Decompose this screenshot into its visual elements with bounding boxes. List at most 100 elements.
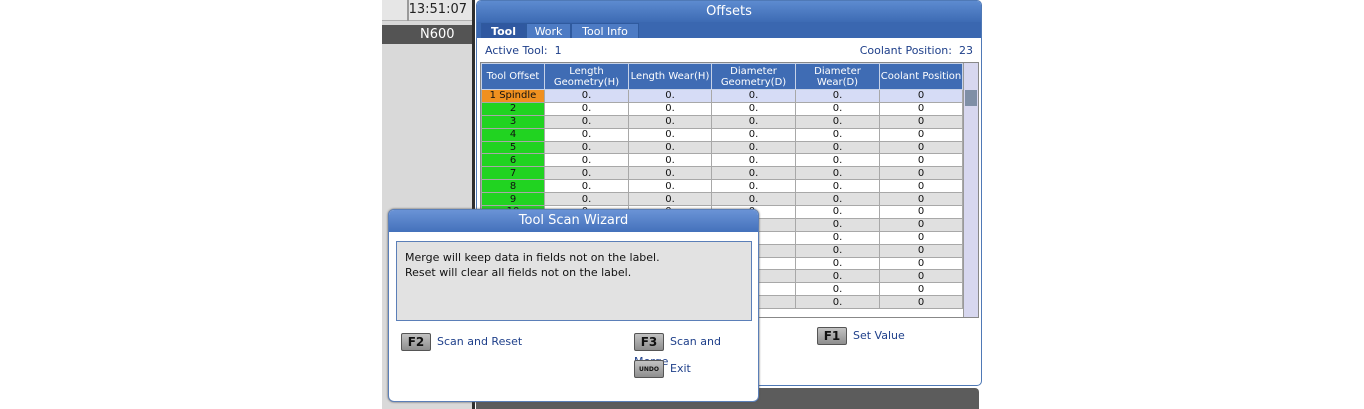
active-tool-label: Active Tool: xyxy=(485,44,548,57)
wizard-message: Merge will keep data in fields not on th… xyxy=(396,241,752,321)
cell-tool-offset[interactable]: 3 xyxy=(481,114,545,129)
cell-coolant-position[interactable]: 0 xyxy=(879,192,963,207)
cell-coolant-position[interactable]: 0 xyxy=(879,205,963,219)
scrollbar-thumb[interactable] xyxy=(965,90,977,106)
cell-length-geometry[interactable]: 0. xyxy=(544,192,629,207)
f2-key[interactable]: F2 xyxy=(401,332,431,351)
cell-coolant-position[interactable]: 0 xyxy=(879,230,963,245)
cell-length-geometry[interactable]: 0. xyxy=(544,127,629,142)
cell-diameter-wear[interactable]: 0. xyxy=(795,217,880,232)
cell-coolant-position[interactable]: 0 xyxy=(879,127,963,142)
cell-diameter-wear[interactable]: 0. xyxy=(795,205,880,219)
f3-key[interactable]: F3 xyxy=(634,332,664,351)
table-header-row: Tool Offset Length Geometry(H) Length We… xyxy=(481,63,963,90)
table-row[interactable]: 1 Spindle 0. 0. 0. 0. 0 xyxy=(481,89,963,103)
cell-length-wear[interactable]: 0. xyxy=(628,166,712,181)
tab-tool-info[interactable]: Tool Info xyxy=(571,23,639,38)
cell-diameter-wear[interactable]: 0. xyxy=(795,140,880,155)
cell-diameter-geometry[interactable]: 0. xyxy=(711,166,796,181)
cell-coolant-position[interactable]: 0 xyxy=(879,256,963,271)
scan-and-reset-button[interactable]: F2 Scan and Reset xyxy=(401,331,522,351)
column-header-diameter-geometry: Diameter Geometry(D) xyxy=(711,63,796,90)
cell-tool-offset[interactable]: 6 xyxy=(481,153,545,168)
cell-diameter-wear[interactable]: 0. xyxy=(795,166,880,181)
cell-diameter-geometry[interactable]: 0. xyxy=(711,89,796,103)
table-row[interactable]: 6 0. 0. 0. 0. 0 xyxy=(481,153,963,168)
cell-length-wear[interactable]: 0. xyxy=(628,179,712,194)
table-row[interactable]: 3 0. 0. 0. 0. 0 xyxy=(481,114,963,129)
cell-length-geometry[interactable]: 0. xyxy=(544,101,629,116)
cell-tool-offset[interactable]: 1 Spindle xyxy=(481,89,545,103)
undo-key[interactable]: UNDO xyxy=(634,359,664,378)
cell-coolant-position[interactable]: 0 xyxy=(879,295,963,310)
cell-diameter-wear[interactable]: 0. xyxy=(795,230,880,245)
cell-coolant-position[interactable]: 0 xyxy=(879,166,963,181)
cell-length-wear[interactable]: 0. xyxy=(628,140,712,155)
cell-diameter-geometry[interactable]: 0. xyxy=(711,114,796,129)
cell-diameter-geometry[interactable]: 0. xyxy=(711,101,796,116)
table-row[interactable]: 7 0. 0. 0. 0. 0 xyxy=(481,166,963,181)
table-scrollbar[interactable] xyxy=(963,63,978,317)
cell-tool-offset[interactable]: 7 xyxy=(481,166,545,181)
cell-diameter-wear[interactable]: 0. xyxy=(795,89,880,103)
tab-tool[interactable]: Tool xyxy=(481,23,526,38)
cell-tool-offset[interactable]: 5 xyxy=(481,140,545,155)
cell-coolant-position[interactable]: 0 xyxy=(879,269,963,284)
cell-coolant-position[interactable]: 0 xyxy=(879,114,963,129)
control-screen: 13:51:07 N600 Offsets Tool Work Tool Inf… xyxy=(0,0,1364,409)
cell-length-wear[interactable]: 0. xyxy=(628,127,712,142)
cell-coolant-position[interactable]: 0 xyxy=(879,153,963,168)
cell-length-geometry[interactable]: 0. xyxy=(544,166,629,181)
cell-coolant-position[interactable]: 0 xyxy=(879,217,963,232)
cell-diameter-geometry[interactable]: 0. xyxy=(711,140,796,155)
cell-length-wear[interactable]: 0. xyxy=(628,153,712,168)
cell-diameter-wear[interactable]: 0. xyxy=(795,243,880,258)
cell-diameter-wear[interactable]: 0. xyxy=(795,256,880,271)
cell-coolant-position[interactable]: 0 xyxy=(879,282,963,297)
table-row[interactable]: 5 0. 0. 0. 0. 0 xyxy=(481,140,963,155)
cell-diameter-wear[interactable]: 0. xyxy=(795,153,880,168)
cell-length-geometry[interactable]: 0. xyxy=(544,89,629,103)
cell-length-geometry[interactable]: 0. xyxy=(544,114,629,129)
cell-diameter-wear[interactable]: 0. xyxy=(795,192,880,207)
cell-diameter-geometry[interactable]: 0. xyxy=(711,153,796,168)
f1-key[interactable]: F1 xyxy=(817,326,847,345)
cell-coolant-position[interactable]: 0 xyxy=(879,101,963,116)
cell-diameter-wear[interactable]: 0. xyxy=(795,295,880,310)
cell-length-wear[interactable]: 0. xyxy=(628,101,712,116)
cell-tool-offset[interactable]: 4 xyxy=(481,127,545,142)
table-row[interactable]: 2 0. 0. 0. 0. 0 xyxy=(481,101,963,116)
clock-box: 13:51:07 xyxy=(382,0,472,21)
cell-length-geometry[interactable]: 0. xyxy=(544,153,629,168)
cell-coolant-position[interactable]: 0 xyxy=(879,179,963,194)
cell-diameter-wear[interactable]: 0. xyxy=(795,127,880,142)
cell-coolant-position[interactable]: 0 xyxy=(879,89,963,103)
table-row[interactable]: 8 0. 0. 0. 0. 0 xyxy=(481,179,963,194)
set-value-label: Set Value xyxy=(853,329,905,342)
cell-diameter-wear[interactable]: 0. xyxy=(795,114,880,129)
cell-diameter-wear[interactable]: 0. xyxy=(795,282,880,297)
table-row[interactable]: 9 0. 0. 0. 0. 0 xyxy=(481,192,963,207)
exit-button[interactable]: UNDO Exit xyxy=(634,358,691,378)
tab-work[interactable]: Work xyxy=(526,23,571,38)
wizard-message-line-2: Reset will clear all fields not on the l… xyxy=(405,266,632,279)
cell-length-geometry[interactable]: 0. xyxy=(544,179,629,194)
cell-diameter-wear[interactable]: 0. xyxy=(795,179,880,194)
cell-tool-offset[interactable]: 2 xyxy=(481,101,545,116)
cell-diameter-geometry[interactable]: 0. xyxy=(711,179,796,194)
cell-length-wear[interactable]: 0. xyxy=(628,89,712,103)
cell-tool-offset[interactable]: 9 xyxy=(481,192,545,207)
cell-diameter-geometry[interactable]: 0. xyxy=(711,127,796,142)
table-row[interactable]: 4 0. 0. 0. 0. 0 xyxy=(481,127,963,142)
cell-tool-offset[interactable]: 8 xyxy=(481,179,545,194)
set-value-button[interactable]: F1 Set Value xyxy=(817,325,905,345)
cell-length-wear[interactable]: 0. xyxy=(628,114,712,129)
program-n-header: N600 xyxy=(382,25,472,44)
cell-diameter-wear[interactable]: 0. xyxy=(795,269,880,284)
cell-diameter-wear[interactable]: 0. xyxy=(795,101,880,116)
cell-length-geometry[interactable]: 0. xyxy=(544,140,629,155)
cell-coolant-position[interactable]: 0 xyxy=(879,140,963,155)
cell-diameter-geometry[interactable]: 0. xyxy=(711,192,796,207)
cell-coolant-position[interactable]: 0 xyxy=(879,243,963,258)
cell-length-wear[interactable]: 0. xyxy=(628,192,712,207)
